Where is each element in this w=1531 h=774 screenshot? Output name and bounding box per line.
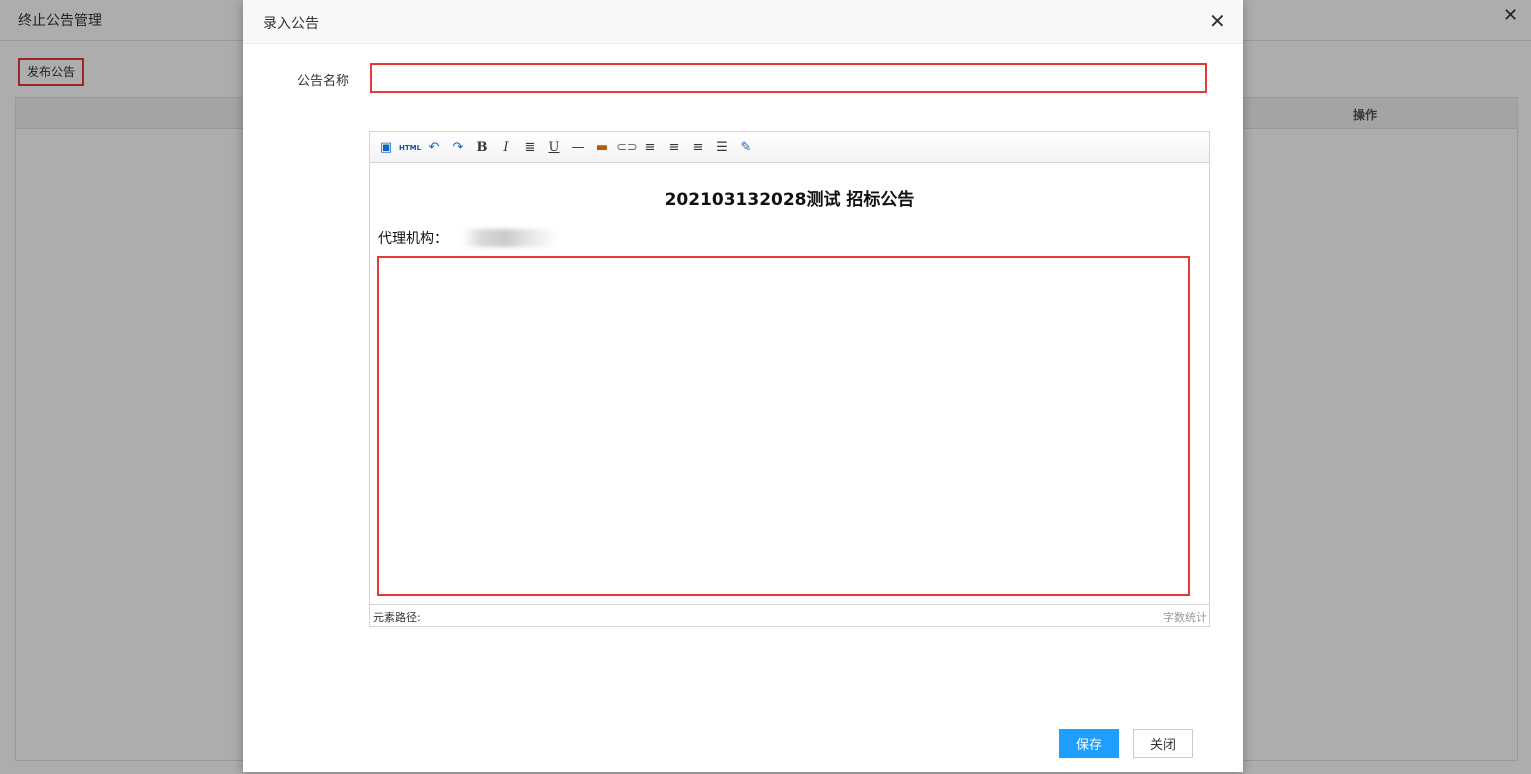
save-button[interactable]: 保存 (1059, 729, 1119, 758)
justify-icon[interactable]: ☰ (712, 138, 732, 158)
bold-icon[interactable]: B (472, 138, 492, 158)
indent-icon[interactable]: ≣ (520, 138, 540, 158)
undo-icon[interactable]: ↶ (424, 138, 444, 158)
align-center-icon[interactable]: ≡ (688, 138, 708, 158)
attachment-icon[interactable]: ✎ (736, 138, 756, 158)
redacted-agency-name (462, 229, 558, 247)
link-icon[interactable]: ⊂⊃ (616, 138, 638, 158)
word-count: 字数统计 (1163, 611, 1207, 624)
source-screen-icon[interactable]: ▣ (376, 138, 396, 158)
close-button[interactable]: 关闭 (1133, 729, 1193, 758)
editor-content-area[interactable]: 202103132028测试 招标公告 代理机构： (370, 163, 1209, 603)
editor-status-bar: 元素路径: 字数统计 (370, 604, 1209, 626)
italic-icon[interactable]: I (496, 138, 516, 158)
agency-label: 代理机构： (378, 231, 448, 247)
dialog-title: 录入公告 (263, 16, 319, 32)
html-icon[interactable]: HTML (399, 138, 421, 158)
element-path: 元素路径: (373, 611, 421, 624)
entry-dialog: 录入公告 ✕ 公告名称 ▣ HTML ↶ ↷ B I ≣ U — ▬ ⊂⊃ ≡ … (243, 0, 1243, 772)
highlighted-content-region[interactable] (377, 256, 1190, 596)
horizontal-rule-icon[interactable]: — (568, 138, 588, 158)
align-right-icon[interactable]: ≡ (664, 138, 684, 158)
dialog-header: 录入公告 ✕ (243, 0, 1243, 44)
editor-toolbar: ▣ HTML ↶ ↷ B I ≣ U — ▬ ⊂⊃ ≡ ≡ ≡ ☰ ✎ (370, 132, 1209, 163)
align-left-icon[interactable]: ≡ (640, 138, 660, 158)
announcement-name-input[interactable] (370, 63, 1207, 93)
image-icon[interactable]: ▬ (592, 138, 612, 158)
rich-text-editor: ▣ HTML ↶ ↷ B I ≣ U — ▬ ⊂⊃ ≡ ≡ ≡ ☰ ✎ 2021… (369, 131, 1210, 627)
announcement-name-label: 公告名称 (297, 74, 350, 89)
underline-icon[interactable]: U (544, 138, 564, 158)
dialog-close-icon[interactable]: ✕ (1209, 11, 1227, 31)
document-heading: 202103132028测试 招标公告 (664, 190, 915, 210)
redo-icon[interactable]: ↷ (448, 138, 468, 158)
